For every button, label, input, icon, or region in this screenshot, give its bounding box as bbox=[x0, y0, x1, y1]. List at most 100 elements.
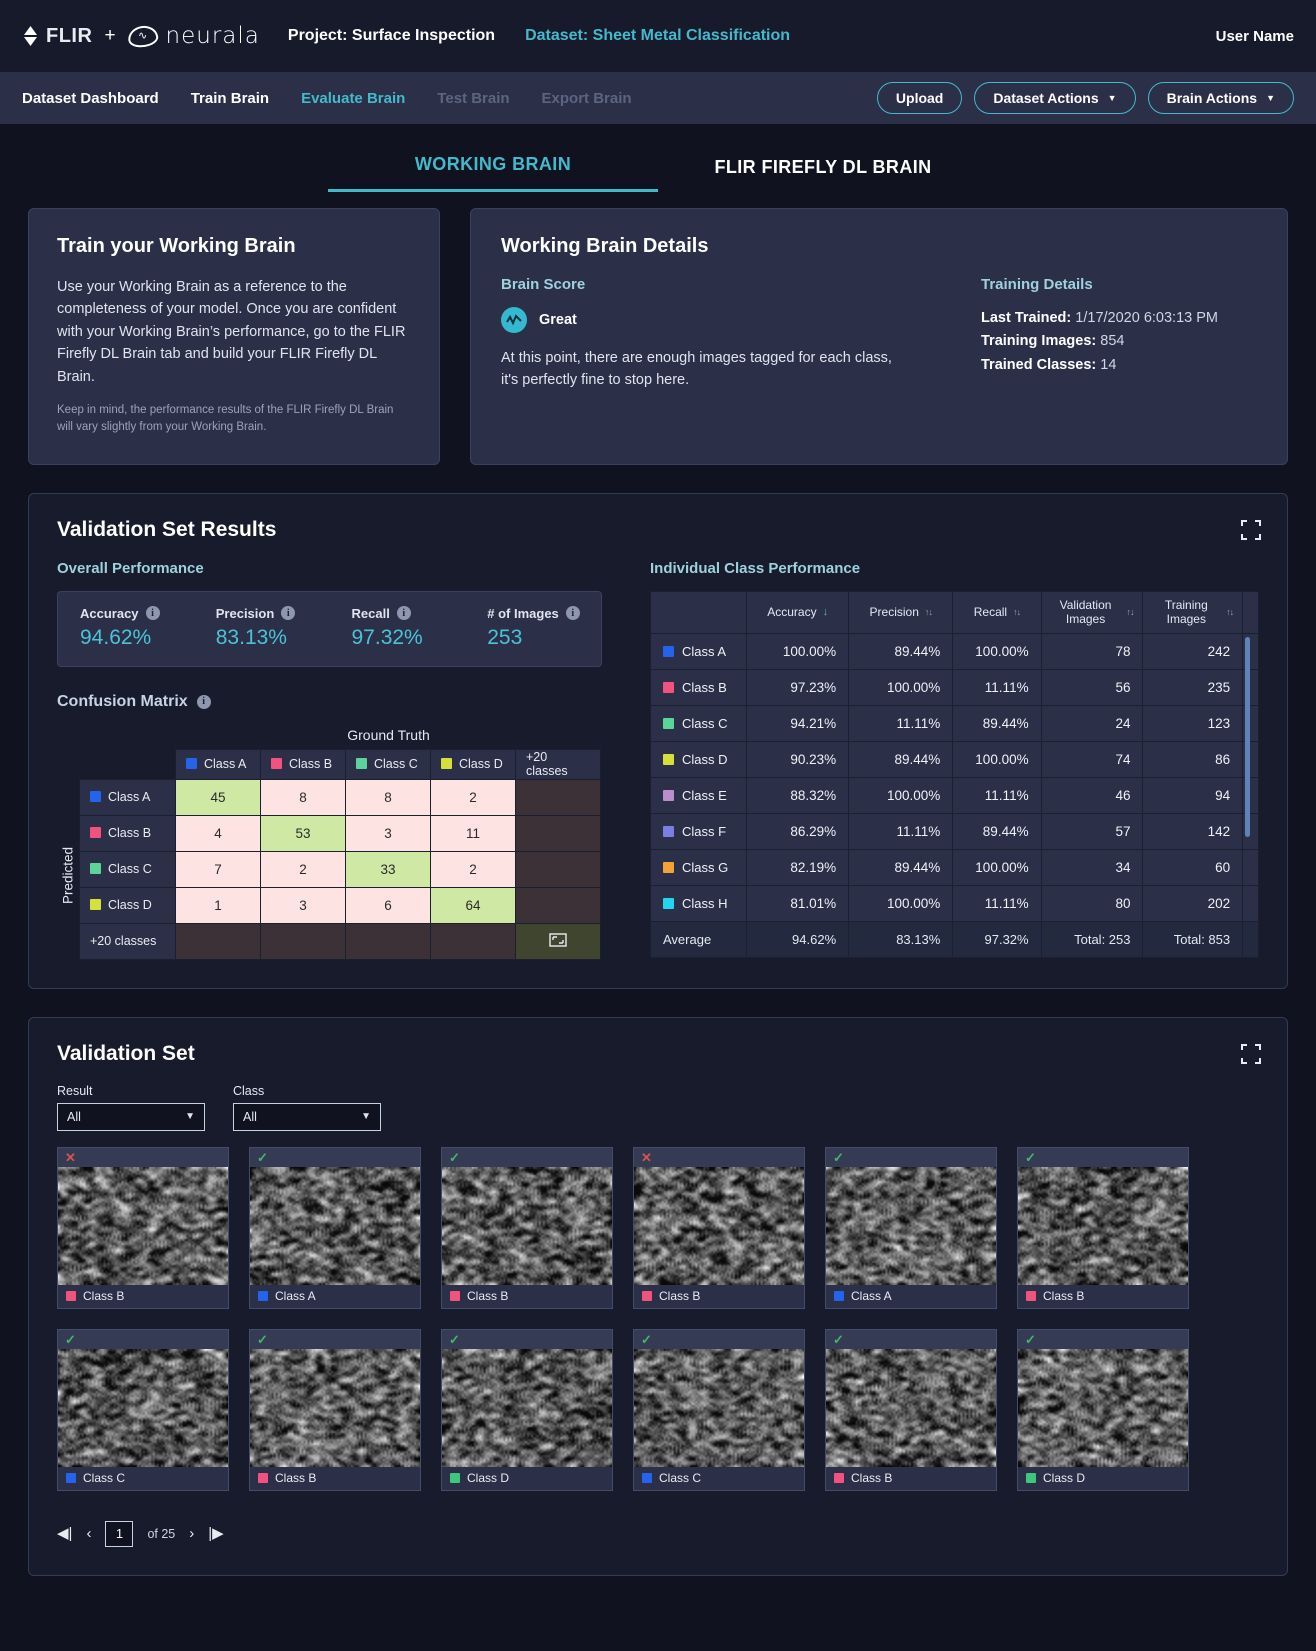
trained-classes-value: 14 bbox=[1100, 356, 1117, 373]
class-table-header[interactable]: Training Images ↑↓ bbox=[1142, 590, 1244, 634]
table-row[interactable]: Class E 88.32% 100.00% 11.11% 46 94 bbox=[649, 776, 1259, 814]
info-icon[interactable]: i bbox=[281, 606, 296, 621]
cm-cell[interactable]: 33 bbox=[345, 850, 431, 888]
neurala-wordmark: neurala bbox=[165, 23, 260, 49]
training-images-cell: 123 bbox=[1142, 704, 1244, 742]
class-table-header[interactable]: Accuracy ↓ bbox=[746, 590, 850, 634]
project-title: Project: Surface Inspection bbox=[287, 27, 496, 44]
thumbnail-header: ✓ bbox=[1017, 1328, 1189, 1349]
expand-icon[interactable] bbox=[1241, 519, 1261, 540]
thumbnail-image bbox=[441, 1166, 613, 1285]
validation-images-cell: 74 bbox=[1040, 740, 1144, 778]
validation-thumbnail[interactable]: ✕ Class B bbox=[633, 1146, 805, 1309]
metric-recall: Recall i 97.32% bbox=[330, 606, 466, 650]
table-row[interactable]: Class F 86.29% 11.11% 89.44% 57 142 bbox=[649, 812, 1259, 850]
confusion-matrix-corner bbox=[80, 749, 176, 779]
class-filter-value: All bbox=[243, 1109, 257, 1124]
average-precision: 83.13% bbox=[848, 920, 954, 958]
upload-button[interactable]: Upload bbox=[876, 82, 963, 114]
dataset-actions-button[interactable]: Dataset Actions ▼ bbox=[974, 82, 1136, 114]
first-page-button[interactable]: ◀| bbox=[57, 1526, 72, 1541]
cm-cell[interactable]: 2 bbox=[260, 850, 346, 888]
validation-thumbnail[interactable]: ✓ Class C bbox=[57, 1328, 229, 1491]
dataset-title[interactable]: Dataset: Sheet Metal Classification bbox=[525, 27, 790, 45]
cm-cell-more bbox=[515, 886, 601, 924]
cm-cell-more bbox=[515, 850, 601, 888]
table-row[interactable]: Class D 90.23% 89.44% 100.00% 74 86 bbox=[649, 740, 1259, 778]
validation-thumbnail[interactable]: ✓ Class D bbox=[1017, 1328, 1189, 1491]
thumbnail-footer: Class B bbox=[1017, 1284, 1189, 1309]
prev-page-button[interactable]: ‹ bbox=[86, 1526, 91, 1541]
chevron-down-icon: ▼ bbox=[1266, 93, 1275, 103]
cm-cell[interactable]: 8 bbox=[260, 778, 346, 816]
check-icon: ✓ bbox=[449, 1149, 460, 1165]
validation-thumbnail[interactable]: ✓ Class D bbox=[441, 1328, 613, 1491]
tab-working-brain[interactable]: WORKING BRAIN bbox=[328, 154, 658, 192]
class-table-header[interactable]: Precision ↑↓ bbox=[848, 590, 954, 634]
tab-flir-firefly-dl-brain[interactable]: FLIR FIREFLY DL BRAIN bbox=[658, 157, 988, 192]
cm-expand-icon[interactable] bbox=[515, 922, 601, 960]
result-filter-select[interactable]: All ▼ bbox=[57, 1102, 205, 1131]
cm-cell[interactable]: 3 bbox=[260, 886, 346, 924]
class-color-swatch bbox=[258, 1473, 268, 1484]
class-name-cell: Class G bbox=[649, 848, 748, 886]
precision-cell: 100.00% bbox=[848, 668, 954, 706]
validation-thumbnail[interactable]: ✓ Class B bbox=[249, 1328, 421, 1491]
class-table-header[interactable]: Validation Images ↑↓ bbox=[1040, 590, 1144, 634]
cm-cell[interactable]: 2 bbox=[430, 778, 516, 816]
cm-cell[interactable]: 53 bbox=[260, 814, 346, 852]
expand-icon[interactable] bbox=[1241, 1043, 1261, 1064]
table-row[interactable]: Class B 97.23% 100.00% 11.11% 56 235 bbox=[649, 668, 1259, 706]
brain-actions-button[interactable]: Brain Actions ▼ bbox=[1147, 82, 1294, 114]
info-icon[interactable]: i bbox=[145, 606, 160, 621]
class-filter-select[interactable]: All ▼ bbox=[233, 1102, 381, 1131]
nav-item-evaluate-brain[interactable]: Evaluate Brain bbox=[301, 90, 405, 107]
page-number-input[interactable]: 1 bbox=[105, 1520, 134, 1547]
cm-row-header-more[interactable]: +20 classes bbox=[79, 922, 176, 960]
thumbnail-class-label: Class B bbox=[467, 1289, 509, 1304]
info-icon[interactable]: i bbox=[196, 694, 211, 709]
cm-cell[interactable]: 1 bbox=[175, 886, 261, 924]
cm-cell[interactable]: 2 bbox=[430, 850, 516, 888]
validation-thumbnail[interactable]: ✓ Class B bbox=[441, 1146, 613, 1309]
nav-item-train-brain[interactable]: Train Brain bbox=[191, 90, 269, 107]
precision-cell: 100.00% bbox=[848, 776, 954, 814]
next-page-button[interactable]: › bbox=[189, 1526, 194, 1541]
thumbnail-image bbox=[825, 1166, 997, 1285]
recall-cell: 100.00% bbox=[952, 740, 1042, 778]
user-name[interactable]: User Name bbox=[1216, 28, 1294, 45]
validation-thumbnail[interactable]: ✓ Class A bbox=[825, 1146, 997, 1309]
cm-cell[interactable]: 11 bbox=[430, 814, 516, 852]
check-icon: ✓ bbox=[1025, 1149, 1036, 1165]
flir-diamond-icon bbox=[22, 26, 40, 46]
info-icon[interactable]: i bbox=[565, 606, 580, 621]
cm-cell[interactable]: 45 bbox=[175, 778, 261, 816]
thumbnail-footer: Class B bbox=[633, 1284, 805, 1309]
nav-item-dataset-dashboard[interactable]: Dataset Dashboard bbox=[22, 90, 159, 107]
cm-cell[interactable]: 3 bbox=[345, 814, 431, 852]
overall-metrics: Accuracy i 94.62% Precision i 83.13% Recal… bbox=[57, 590, 602, 667]
table-row[interactable]: Class G 82.19% 89.44% 100.00% 34 60 bbox=[649, 848, 1259, 886]
validation-thumbnail[interactable]: ✕ Class B bbox=[57, 1146, 229, 1309]
precision-cell: 89.44% bbox=[848, 740, 954, 778]
cm-cell[interactable]: 8 bbox=[345, 778, 431, 816]
validation-images-cell: 56 bbox=[1040, 668, 1144, 706]
table-row[interactable]: Class A 100.00% 89.44% 100.00% 78 242 bbox=[649, 632, 1259, 670]
dataset-actions-label: Dataset Actions bbox=[993, 90, 1099, 106]
info-icon[interactable]: i bbox=[396, 606, 411, 621]
validation-thumbnail[interactable]: ✓ Class B bbox=[1017, 1146, 1189, 1309]
class-table-header[interactable]: Recall ↑↓ bbox=[952, 590, 1042, 634]
cm-cell[interactable]: 7 bbox=[175, 850, 261, 888]
cm-cell[interactable]: 4 bbox=[175, 814, 261, 852]
cm-cell[interactable]: 6 bbox=[345, 886, 431, 924]
validation-thumbnail[interactable]: ✓ Class B bbox=[825, 1328, 997, 1491]
table-scrollbar[interactable] bbox=[1245, 636, 1250, 837]
precision-cell: 89.44% bbox=[848, 848, 954, 886]
cm-cell[interactable]: 64 bbox=[430, 886, 516, 924]
table-row[interactable]: Class H 81.01% 100.00% 11.11% 80 202 bbox=[649, 884, 1259, 922]
table-row[interactable]: Class C 94.21% 11.11% 89.44% 24 123 bbox=[649, 704, 1259, 742]
validation-thumbnail[interactable]: ✓ Class A bbox=[249, 1146, 421, 1309]
cm-col-header-more[interactable]: +20 classes bbox=[515, 748, 601, 780]
validation-thumbnail[interactable]: ✓ Class C bbox=[633, 1328, 805, 1491]
last-page-button[interactable]: |▶ bbox=[208, 1526, 223, 1541]
